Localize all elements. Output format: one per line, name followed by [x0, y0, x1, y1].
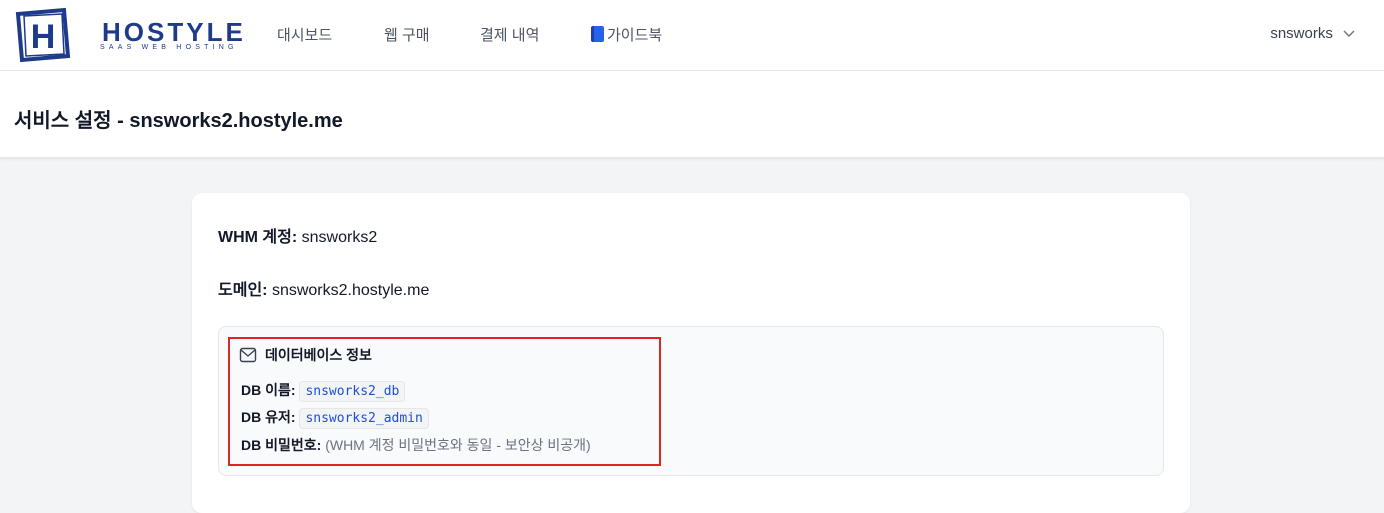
nav-web-purchase[interactable]: 웹 구매 [384, 24, 430, 45]
page-header: 서비스 설정 - snsworks2.hostyle.me [0, 71, 1384, 158]
nav-dashboard[interactable]: 대시보드 [277, 24, 332, 45]
nav-payment-history[interactable]: 결제 내역 [480, 24, 539, 45]
service-settings-card: WHM 계정: snsworks2 도메인: snsworks2.hostyle… [192, 193, 1190, 513]
database-title-text: 데이터베이스 정보 [265, 347, 372, 363]
nav-guidebook[interactable]: 가이드북 [591, 24, 662, 45]
db-name-label: DB 이름: [241, 382, 296, 398]
domain-row: 도메인: snsworks2.hostyle.me [218, 276, 429, 300]
brand-tagline: SAAS WEB HOSTING [100, 44, 238, 51]
db-user-value[interactable]: snsworks2_admin [299, 408, 429, 429]
book-icon [591, 26, 604, 42]
whm-account-label: WHM 계정: [218, 229, 298, 246]
user-name: snsworks [1270, 25, 1333, 42]
whm-account-row: WHM 계정: snsworks2 [218, 223, 377, 247]
top-navbar: H HOSTYLE SAAS WEB HOSTING 대시보드 웹 구매 결제 … [0, 0, 1384, 71]
hostyle-logo[interactable]: H HOSTYLE SAAS WEB HOSTING [14, 6, 243, 64]
nav-guidebook-label: 가이드북 [607, 27, 663, 44]
db-name-value[interactable]: snsworks2_db [299, 381, 406, 402]
domain-label: 도메인: [218, 282, 268, 299]
mail-icon [239, 347, 257, 363]
database-info-title: 데이터베이스 정보 [239, 345, 372, 365]
db-name-row: DB 이름: snsworks2_db [241, 380, 406, 402]
domain-value: snsworks2.hostyle.me [271, 282, 430, 299]
db-user-row: DB 유저: snsworks2_admin [241, 407, 429, 429]
db-password-row: DB 비밀번호: (WHM 계정 비밀번호와 동일 - 보안상 비공개) [241, 435, 591, 455]
page-title: 서비스 설정 - snsworks2.hostyle.me [14, 110, 343, 132]
logo-mark: H [15, 7, 71, 63]
whm-account-value: snsworks2 [301, 229, 378, 246]
db-user-label: DB 유저: [241, 409, 296, 425]
db-password-value: (WHM 계정 비밀번호와 동일 - 보안상 비공개) [325, 437, 591, 453]
logo-letter: H [31, 18, 56, 56]
db-password-label: DB 비밀번호: [241, 437, 322, 453]
chevron-down-icon [1343, 30, 1355, 38]
user-menu[interactable]: snsworks [1270, 25, 1355, 42]
